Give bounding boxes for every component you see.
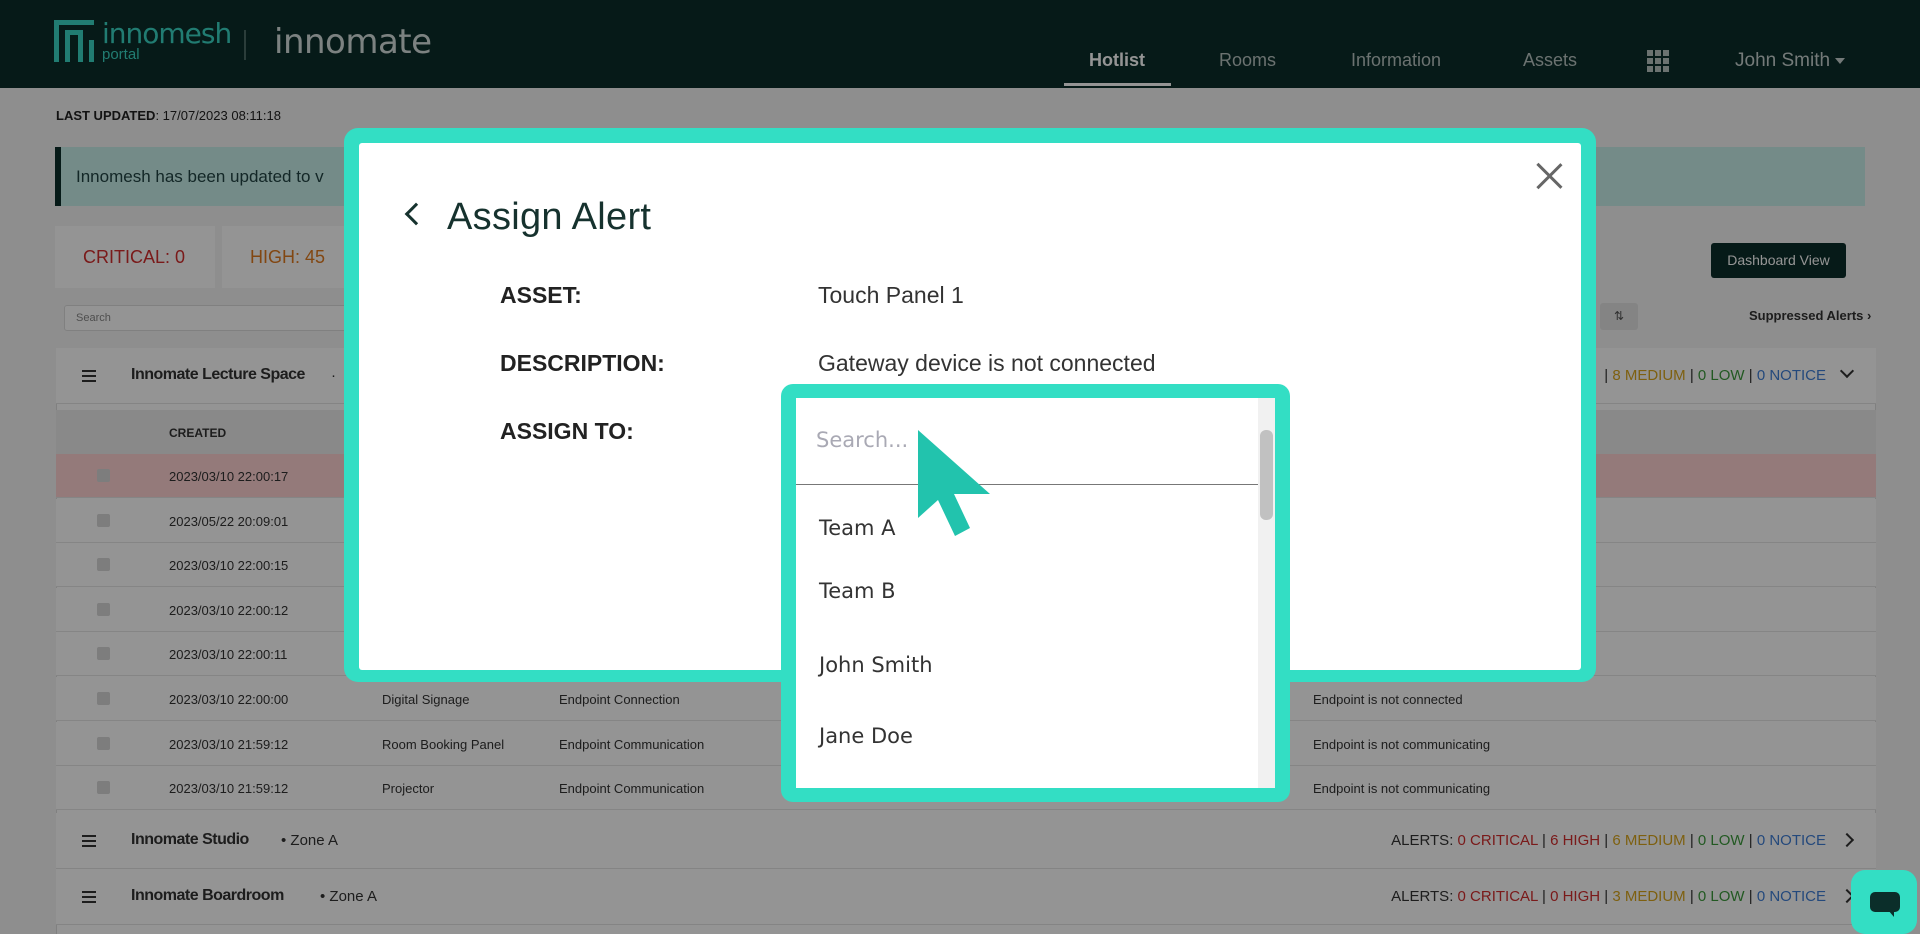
modal-title: Assign Alert	[447, 196, 652, 238]
description-label: DESCRIPTION:	[500, 350, 665, 376]
dropdown-option-team-b[interactable]: Team B	[819, 579, 896, 603]
description-value: Gateway device is not connected	[818, 350, 1156, 376]
asset-value: Touch Panel 1	[818, 282, 964, 308]
chat-icon	[1870, 892, 1900, 917]
assign-to-dropdown: Search... Team A Team B John Smith Jane …	[796, 398, 1275, 788]
dropdown-option-jane-doe[interactable]: Jane Doe	[819, 724, 913, 748]
assign-to-label: ASSIGN TO:	[500, 418, 634, 444]
chat-support-button[interactable]	[1851, 870, 1917, 934]
dropdown-scrollbar-thumb[interactable]	[1260, 430, 1273, 520]
dropdown-option-john-smith[interactable]: John Smith	[819, 653, 933, 677]
asset-label: ASSET:	[500, 282, 582, 308]
assignee-search-input[interactable]: Search...	[816, 428, 908, 452]
dropdown-option-team-a[interactable]: Team A	[819, 516, 896, 540]
search-underline	[796, 484, 1258, 485]
close-icon[interactable]	[1534, 161, 1564, 191]
pointer-cursor-icon	[918, 430, 990, 536]
